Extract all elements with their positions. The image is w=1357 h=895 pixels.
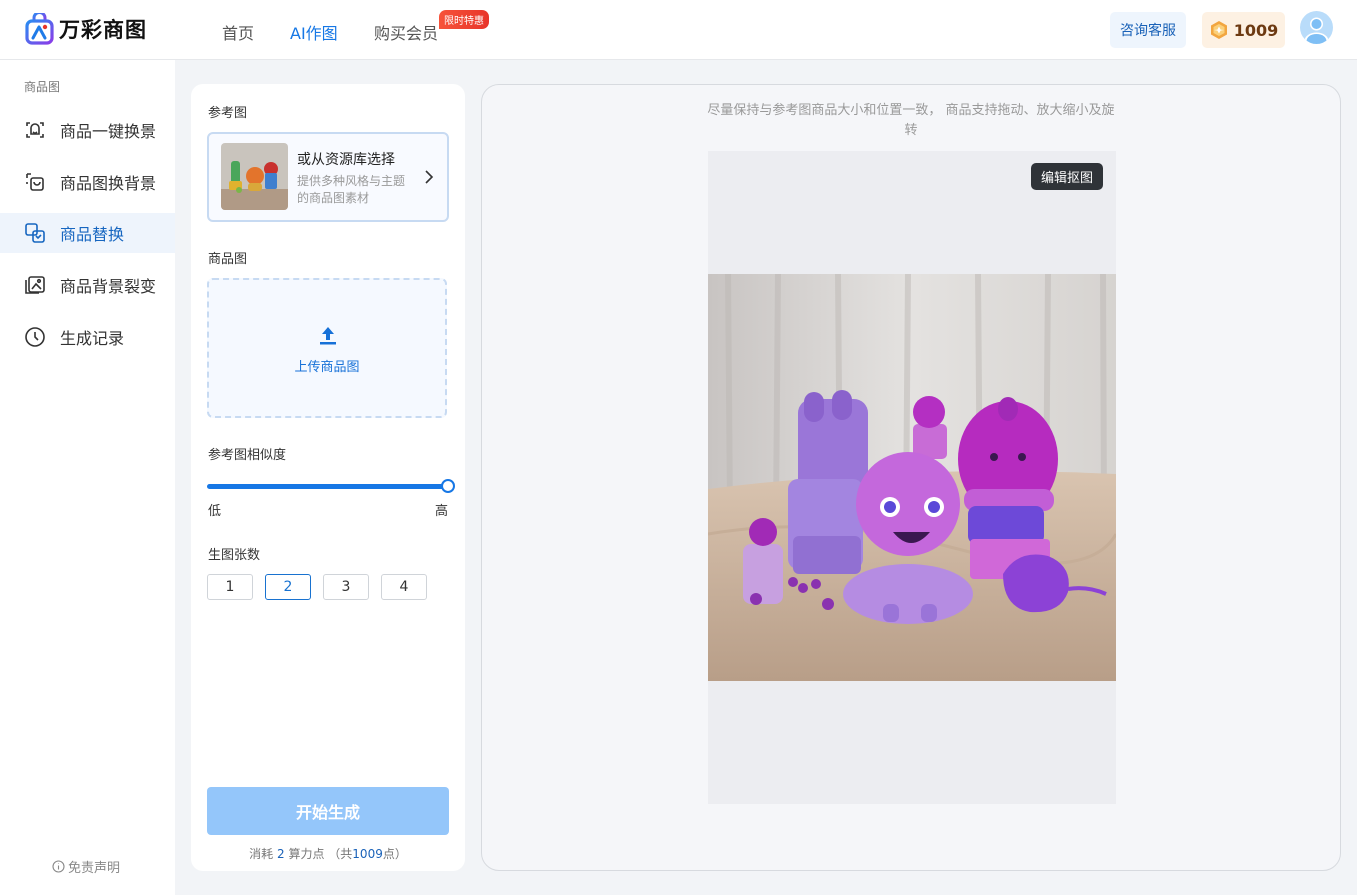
cost-info: 消耗 2 算力点 （共1009点）: [191, 845, 465, 862]
generate-button[interactable]: 开始生成: [207, 787, 449, 835]
upload-product-area[interactable]: 上传商品图: [207, 278, 447, 418]
similarity-slider-track[interactable]: [207, 484, 445, 489]
background-variant-icon: [24, 274, 46, 296]
sidebar-item-product-replace[interactable]: 商品替换: [0, 213, 175, 253]
settings-panel: 参考图 或从资源库选择 提供多种风格与主题的商品图素材 商品图 上传商品图 参考…: [191, 84, 465, 871]
cost-total-prefix: （共: [328, 847, 353, 861]
sidebar-category: 商品图: [24, 80, 61, 94]
similarity-high-label: 高: [435, 504, 449, 519]
cost-total-suffix: 点）: [382, 847, 407, 861]
ref-thumbnail: [221, 143, 288, 210]
nav-home[interactable]: 首页: [222, 20, 254, 44]
top-bar: 万彩商图 首页 AI作图 购买会员 限时特惠 咨询客服 1009: [0, 0, 1357, 60]
coin-icon: [1210, 21, 1227, 39]
avatar-icon: [1304, 17, 1329, 44]
points-value: 1009: [1233, 20, 1279, 40]
sidebar-item-label: 生成记录: [60, 329, 125, 348]
count-option-4[interactable]: 4: [381, 574, 427, 600]
sidebar-item-history[interactable]: 生成记录: [0, 317, 175, 357]
image-count-label: 生图张数: [208, 548, 261, 563]
consult-button[interactable]: 咨询客服: [1110, 12, 1186, 48]
ref-image-label: 参考图: [208, 106, 248, 121]
similarity-label: 参考图相似度: [208, 448, 287, 463]
info-icon: [52, 860, 65, 873]
nav-membership[interactable]: 购买会员: [374, 20, 438, 44]
scene-swap-icon: [24, 119, 46, 141]
count-option-2[interactable]: 2: [265, 574, 311, 600]
nav-ai-drawing[interactable]: AI作图: [290, 20, 338, 44]
ref-library-card[interactable]: 或从资源库选择 提供多种风格与主题的商品图素材: [207, 132, 449, 222]
count-option-3[interactable]: 3: [323, 574, 369, 600]
points-display[interactable]: 1009: [1202, 12, 1285, 48]
disclaimer-link[interactable]: 免责声明: [52, 857, 120, 876]
upload-icon: [320, 327, 336, 345]
similarity-slider-thumb[interactable]: [441, 479, 455, 493]
promo-badge: 限时特惠: [439, 10, 489, 29]
count-option-1[interactable]: 1: [207, 574, 253, 600]
disclaimer-label: 免责声明: [68, 861, 121, 876]
sidebar-item-label: 商品一键换景: [60, 122, 157, 141]
sidebar-item-background-variant[interactable]: 商品背景裂变: [0, 265, 175, 305]
cost-total: 1009: [352, 847, 383, 861]
background-swap-icon: [24, 171, 46, 193]
edit-cutout-button[interactable]: 编辑抠图: [1031, 163, 1103, 190]
reference-photo[interactable]: [708, 274, 1116, 681]
sidebar-item-label: 商品背景裂变: [60, 277, 157, 296]
image-stage[interactable]: 编辑抠图: [708, 151, 1116, 804]
sidebar: 商品图 商品一键换景 商品图换背景 商品替换 商品背景裂变 生成记录 免责声明: [0, 60, 175, 895]
chevron-right-icon: [425, 170, 434, 184]
sidebar-item-label: 商品替换: [60, 225, 125, 244]
avatar[interactable]: [1300, 11, 1333, 44]
ref-card-title: 或从资源库选择: [297, 152, 395, 168]
preview-canvas: 尽量保持与参考图商品大小和位置一致， 商品支持拖动、放大缩小及旋转 编辑抠图: [481, 84, 1341, 871]
product-replace-icon: [24, 222, 46, 244]
app-name: 万彩商图: [59, 18, 147, 42]
cost-prefix: 消耗: [249, 847, 274, 861]
cost-unit: 算力点: [288, 847, 325, 861]
sidebar-item-scene-swap[interactable]: 商品一键换景: [0, 110, 175, 150]
upload-label: 上传商品图: [294, 360, 360, 375]
similarity-low-label: 低: [208, 504, 222, 519]
app-logo[interactable]: 万彩商图: [25, 13, 147, 45]
product-image-label: 商品图: [208, 252, 248, 267]
canvas-hint: 尽量保持与参考图商品大小和位置一致， 商品支持拖动、放大缩小及旋转: [707, 103, 1115, 138]
clock-icon: [24, 326, 46, 348]
sidebar-item-label: 商品图换背景: [60, 174, 157, 193]
sidebar-item-background-swap[interactable]: 商品图换背景: [0, 162, 175, 202]
cost-amount: 2: [276, 847, 285, 861]
ref-card-desc: 提供多种风格与主题的商品图素材: [297, 174, 406, 205]
logo-icon: [25, 13, 54, 45]
